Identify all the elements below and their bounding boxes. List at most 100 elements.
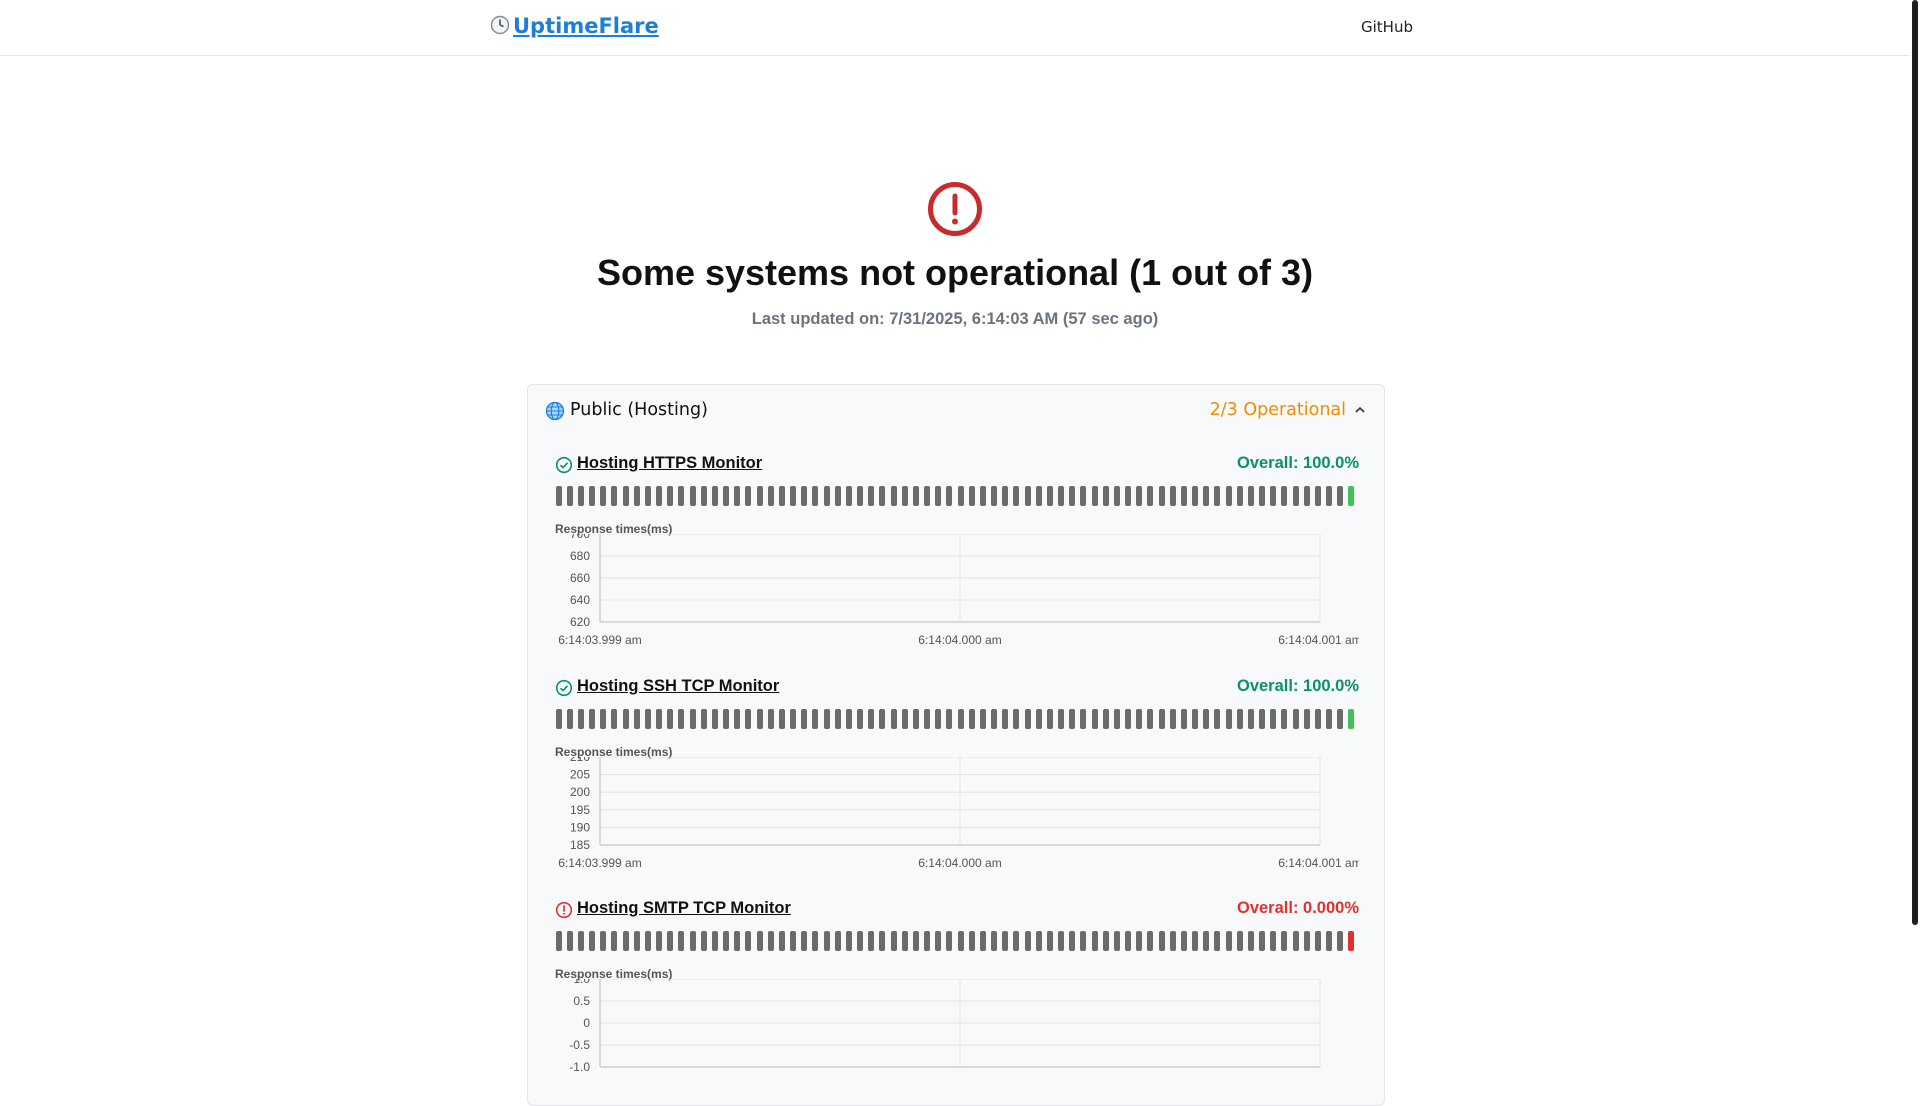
uptime-bar[interactable]	[689, 931, 696, 951]
uptime-bar[interactable]	[689, 486, 696, 506]
uptime-bar[interactable]	[767, 486, 774, 506]
uptime-bar[interactable]	[644, 486, 651, 506]
uptime-bar[interactable]	[890, 486, 897, 506]
uptime-bar[interactable]	[1225, 486, 1232, 506]
uptime-bar[interactable]	[1225, 931, 1232, 951]
uptime-bar[interactable]	[1292, 931, 1299, 951]
uptime-bar[interactable]	[823, 931, 830, 951]
uptime-bar[interactable]	[1180, 931, 1187, 951]
uptime-bar[interactable]	[566, 931, 573, 951]
uptime-bar[interactable]	[678, 931, 685, 951]
uptime-bar[interactable]	[1058, 709, 1064, 729]
uptime-bar[interactable]	[957, 486, 964, 506]
uptime-bar[interactable]	[656, 931, 662, 951]
uptime-bar[interactable]	[991, 486, 997, 506]
uptime-bar[interactable]	[1169, 486, 1176, 506]
uptime-bar[interactable]	[778, 931, 785, 951]
uptime-bar[interactable]	[1069, 709, 1076, 729]
uptime-bar[interactable]	[1147, 486, 1154, 506]
uptime-bar[interactable]	[801, 486, 808, 506]
uptime-bar[interactable]	[1214, 709, 1221, 729]
uptime-bar[interactable]	[633, 709, 640, 729]
uptime-bar[interactable]	[1024, 931, 1031, 951]
uptime-bar[interactable]	[1259, 486, 1265, 506]
uptime-bar[interactable]	[991, 709, 997, 729]
uptime-bar[interactable]	[1069, 486, 1076, 506]
uptime-bar[interactable]	[667, 931, 674, 951]
uptime-bar[interactable]	[577, 486, 584, 506]
uptime-bar[interactable]	[1348, 931, 1355, 951]
uptime-bar[interactable]	[790, 709, 796, 729]
uptime-bar[interactable]	[1080, 931, 1087, 951]
uptime-bar[interactable]	[979, 486, 986, 506]
uptime-bar[interactable]	[745, 931, 752, 951]
uptime-bar[interactable]	[1303, 709, 1310, 729]
uptime-bar[interactable]	[1102, 709, 1109, 729]
uptime-bar[interactable]	[1214, 486, 1221, 506]
uptime-bar[interactable]	[868, 486, 875, 506]
uptime-bar[interactable]	[790, 486, 796, 506]
uptime-bar[interactable]	[868, 931, 875, 951]
uptime-bar[interactable]	[812, 931, 819, 951]
uptime-bar[interactable]	[711, 486, 718, 506]
uptime-bar[interactable]	[577, 709, 584, 729]
uptime-bar[interactable]	[890, 931, 897, 951]
uptime-bar[interactable]	[644, 931, 651, 951]
uptime-bar[interactable]	[566, 709, 573, 729]
uptime-bar[interactable]	[1192, 709, 1198, 729]
logo-link[interactable]: UptimeFlare	[490, 14, 659, 38]
uptime-bar[interactable]	[700, 486, 707, 506]
uptime-bar[interactable]	[1236, 486, 1243, 506]
uptime-bar[interactable]	[823, 709, 830, 729]
uptime-bar[interactable]	[1158, 709, 1165, 729]
uptime-bar[interactable]	[778, 709, 785, 729]
uptime-bar[interactable]	[1270, 486, 1277, 506]
uptime-bar[interactable]	[555, 709, 562, 729]
uptime-bar[interactable]	[1046, 931, 1053, 951]
uptime-bar[interactable]	[834, 486, 841, 506]
uptime-bar[interactable]	[1236, 931, 1243, 951]
uptime-bar[interactable]	[1259, 931, 1265, 951]
uptime-bar[interactable]	[801, 931, 808, 951]
uptime-bar[interactable]	[1281, 931, 1288, 951]
uptime-bar[interactable]	[1314, 486, 1321, 506]
uptime-bar[interactable]	[723, 931, 729, 951]
uptime-bar[interactable]	[723, 709, 729, 729]
uptime-bar[interactable]	[901, 709, 908, 729]
uptime-bar[interactable]	[1013, 931, 1020, 951]
uptime-bar[interactable]	[1035, 709, 1042, 729]
uptime-bar[interactable]	[912, 931, 919, 951]
uptime-bar[interactable]	[667, 709, 674, 729]
uptime-bar[interactable]	[1303, 486, 1310, 506]
uptime-bar[interactable]	[991, 931, 997, 951]
uptime-bar[interactable]	[834, 709, 841, 729]
uptime-bar[interactable]	[633, 486, 640, 506]
uptime-bar[interactable]	[812, 709, 819, 729]
uptime-bar[interactable]	[1337, 931, 1344, 951]
uptime-bar[interactable]	[1046, 486, 1053, 506]
uptime-bar[interactable]	[711, 709, 718, 729]
uptime-bar[interactable]	[1113, 486, 1120, 506]
uptime-bar[interactable]	[1158, 931, 1165, 951]
uptime-bar[interactable]	[1326, 931, 1332, 951]
uptime-bar[interactable]	[823, 486, 830, 506]
uptime-bar[interactable]	[1326, 486, 1332, 506]
uptime-bar[interactable]	[577, 931, 584, 951]
uptime-bar[interactable]	[1281, 486, 1288, 506]
uptime-bar[interactable]	[946, 486, 953, 506]
uptime-bar[interactable]	[1158, 486, 1165, 506]
uptime-bar[interactable]	[1035, 486, 1042, 506]
uptime-bar[interactable]	[734, 709, 741, 729]
uptime-bar[interactable]	[924, 486, 930, 506]
github-link[interactable]: GitHub	[1361, 18, 1413, 36]
uptime-bar[interactable]	[968, 709, 975, 729]
uptime-bar[interactable]	[1214, 931, 1221, 951]
uptime-bar[interactable]	[1102, 486, 1109, 506]
uptime-bar[interactable]	[1270, 931, 1277, 951]
uptime-bar[interactable]	[946, 931, 953, 951]
uptime-bar[interactable]	[1192, 486, 1198, 506]
uptime-bar[interactable]	[1247, 486, 1254, 506]
uptime-bar[interactable]	[1136, 709, 1143, 729]
uptime-bar[interactable]	[1348, 486, 1355, 506]
uptime-bar[interactable]	[611, 709, 618, 729]
